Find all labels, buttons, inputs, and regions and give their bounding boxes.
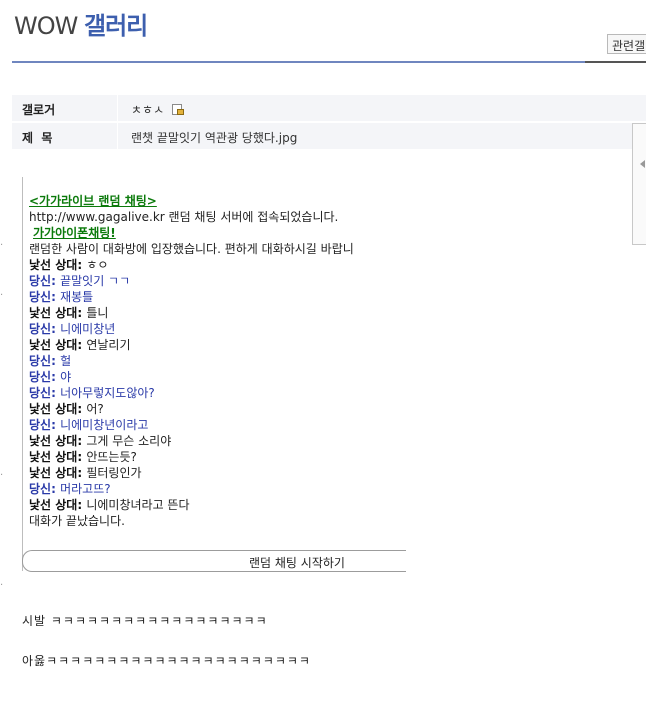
chat-connected-text: 랜덤 채팅 서버에 접속되었습니다. [164, 210, 339, 224]
author-value[interactable]: ㅊㅎㅅ [131, 101, 184, 118]
chat-message: 낯선 상대: 연날리기 [29, 337, 407, 353]
message-text: 머라고뜨? [60, 482, 111, 496]
message-sender-you: 당신 [29, 370, 52, 384]
message-colon: : [51, 386, 61, 400]
message-sender-you: 당신 [29, 322, 52, 336]
side-panel-toggle[interactable] [632, 123, 646, 245]
message-sender-stranger: 낯선 상대 [29, 498, 78, 512]
chat-url[interactable]: http://www.gagalive.kr [29, 210, 165, 224]
chat-title-link[interactable]: <가가라이브 랜덤 채팅> [29, 194, 157, 208]
message-text: 헐 [60, 354, 72, 368]
gallog-icon[interactable] [171, 104, 184, 115]
chat-end-notice: 대화가 끝났습니다. [29, 514, 125, 528]
related-gallery-button[interactable]: 관련갤 [607, 34, 646, 54]
chat-message: 당신: 야 [29, 369, 407, 385]
chat-message: 당신: 헐 [29, 353, 407, 369]
message-colon: : [77, 450, 87, 464]
message-sender-stranger: 낯선 상대 [29, 338, 78, 352]
message-sender-you: 당신 [29, 482, 52, 496]
message-sender-stranger: 낯선 상대 [29, 258, 78, 272]
post-body-line-1: 시발 ㅋㅋㅋㅋㅋㅋㅋㅋㅋㅋㅋㅋㅋㅋㅋㅋㅋㅋ [22, 614, 268, 628]
message-text: 재봉틀 [60, 290, 94, 304]
subject-value: 랜챗 끝말잇기 역관광 당했다.jpg [131, 131, 298, 145]
header-divider-dark [585, 61, 646, 63]
message-text: 안뜨는듯? [86, 450, 137, 464]
chat-log: <가가라이브 랜덤 채팅> http://www.gagalive.kr 랜덤 … [29, 193, 407, 529]
message-colon: : [51, 370, 61, 384]
chevron-left-icon [640, 160, 645, 168]
chat-message: 당신: 머라고뜨? [29, 481, 407, 497]
gallery-title[interactable]: WOW 갤러리 [14, 6, 148, 41]
message-text: 어? [86, 402, 104, 416]
message-colon: : [51, 418, 61, 432]
chat-message: 낯선 상대: 틀니 [29, 305, 407, 321]
message-text: 너아무렇지도않아? [60, 386, 155, 400]
message-colon: : [51, 482, 61, 496]
message-text: 그게 무슨 소리야 [86, 434, 172, 448]
clipped-sidebar-text: · [0, 290, 4, 300]
row-separator [117, 123, 118, 150]
message-text: 니에미창년 [60, 322, 116, 336]
chat-message: 당신: 니에미창년 [29, 321, 407, 337]
message-colon: : [51, 290, 61, 304]
message-colon: : [77, 258, 87, 272]
clipped-sidebar-text: · [0, 240, 4, 250]
gallery-title-main: 갤러리 [84, 12, 148, 40]
chat-message: 당신: 너아무렇지도않아? [29, 385, 407, 401]
author-name[interactable]: ㅊㅎㅅ [131, 103, 164, 117]
message-colon: : [77, 434, 87, 448]
message-colon: : [77, 338, 87, 352]
message-text: ㅎㅇ [86, 258, 109, 272]
message-text: 끝말잇기 ㄱㄱ [60, 274, 131, 288]
message-colon: : [51, 354, 61, 368]
chat-message: 당신: 재봉틀 [29, 289, 407, 305]
message-sender-stranger: 낯선 상대 [29, 306, 78, 320]
message-sender-stranger: 낯선 상대 [29, 466, 78, 480]
message-sender-stranger: 낯선 상대 [29, 402, 78, 416]
clipped-sidebar-text: · [0, 580, 4, 591]
start-random-chat-button[interactable]: 랜덤 채팅 시작하기 [22, 550, 406, 572]
chat-message: 낯선 상대: 필터링인가 [29, 465, 407, 481]
chat-messages: 낯선 상대: ㅎㅇ 당신: 끝말잇기 ㄱㄱ 당신: 재봉틀 낯선 상대: 틀니 당신: … [29, 257, 407, 513]
message-colon: : [77, 402, 87, 416]
message-text: 니에미창녀라고 뜬다 [86, 498, 190, 512]
message-text: 필터링인가 [86, 466, 142, 480]
subject-label: 제 목 [22, 131, 53, 145]
message-colon: : [51, 322, 61, 336]
message-colon: : [77, 306, 87, 320]
start-random-chat-label: 랜덤 채팅 시작하기 [249, 556, 345, 570]
chat-message: 낯선 상대: 안뜨는듯? [29, 449, 407, 465]
message-text: 연날리기 [86, 338, 131, 352]
author-row: 갤로거 ㅊㅎㅅ [12, 95, 646, 122]
chat-enter-notice: 랜덤한 사람이 대화방에 입장했습니다. 편하게 대화하시길 바랍니 [29, 242, 354, 256]
iphone-chat-link[interactable]: 가가아이폰채팅! [29, 226, 116, 240]
message-text: 니에미창년이라고 [60, 418, 149, 432]
author-label: 갤로거 [22, 103, 56, 117]
message-sender-you: 당신 [29, 274, 52, 288]
post-body-line-2: 아옳ㅋㅋㅋㅋㅋㅋㅋㅋㅋㅋㅋㅋㅋㅋㅋㅋㅋㅋㅋㅋㅋㅋ [22, 654, 311, 668]
chat-screenshot: <가가라이브 랜덤 채팅> http://www.gagalive.kr 랜덤 … [22, 177, 406, 571]
row-separator [117, 95, 118, 122]
chat-message: 당신: 끝말잇기 ㄱㄱ [29, 273, 407, 289]
message-sender-stranger: 낯선 상대 [29, 434, 78, 448]
message-sender-you: 당신 [29, 354, 52, 368]
header-divider [12, 61, 585, 63]
message-sender-stranger: 낯선 상대 [29, 450, 78, 464]
message-colon: : [77, 498, 87, 512]
chat-message: 당신: 니에미창년이라고 [29, 417, 407, 433]
gallery-title-prefix: WOW [14, 12, 78, 40]
clipped-sidebar-text: · [0, 470, 4, 481]
message-sender-you: 당신 [29, 290, 52, 304]
message-sender-you: 당신 [29, 386, 52, 400]
chat-message: 낯선 상대: 니에미창녀라고 뜬다 [29, 497, 407, 513]
subject-row: 제 목 랜챗 끝말잇기 역관광 당했다.jpg [12, 123, 646, 150]
message-sender-you: 당신 [29, 418, 52, 432]
message-colon: : [51, 274, 61, 288]
chat-message: 낯선 상대: ㅎㅇ [29, 257, 407, 273]
chat-message: 낯선 상대: 어? [29, 401, 407, 417]
message-colon: : [77, 466, 87, 480]
message-text: 틀니 [86, 306, 109, 320]
message-text: 야 [60, 370, 72, 384]
chat-message: 낯선 상대: 그게 무슨 소리야 [29, 433, 407, 449]
